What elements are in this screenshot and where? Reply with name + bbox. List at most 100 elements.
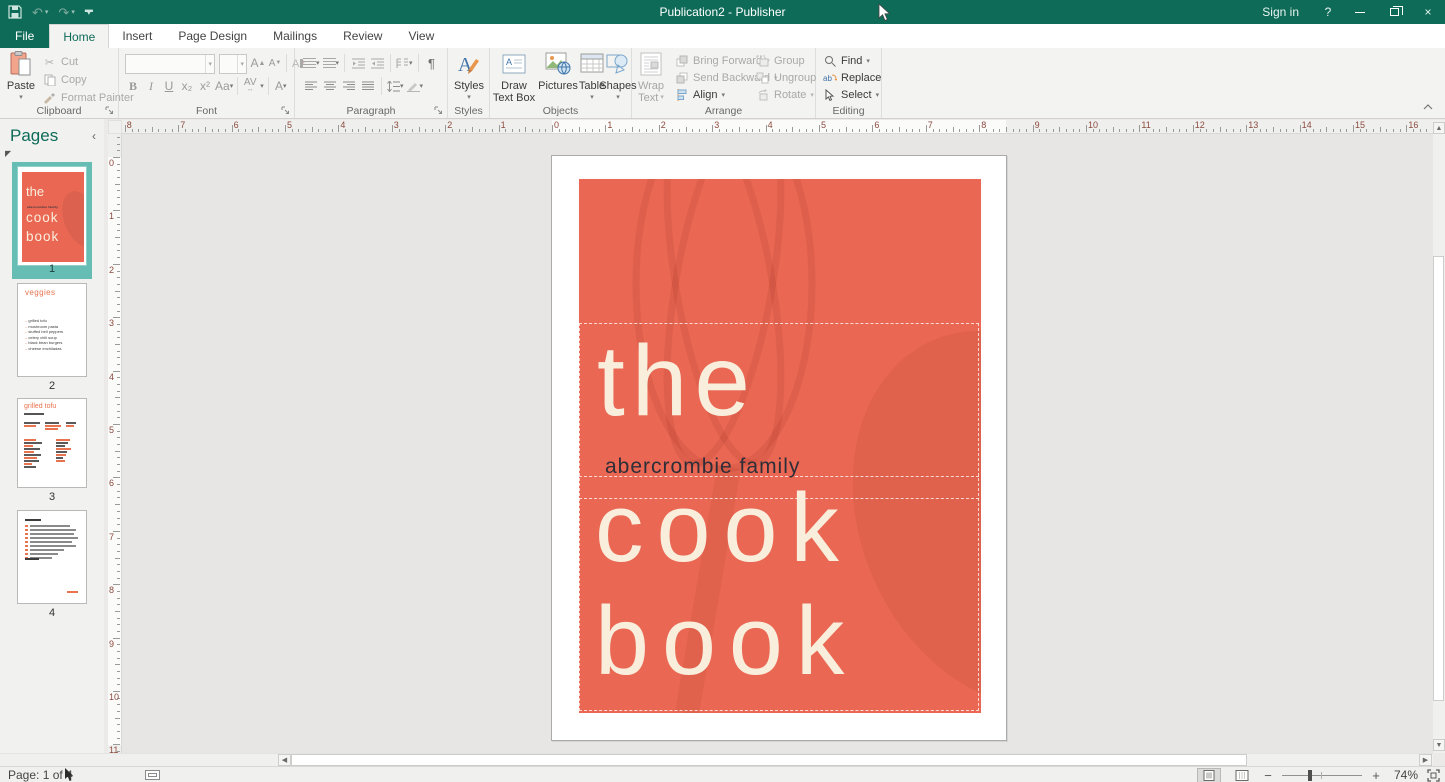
customize-qat-icon[interactable]: ▬▾ (85, 8, 93, 16)
columns-button[interactable]: ▾ (396, 54, 413, 72)
character-spacing-button[interactable]: AV↔ (242, 77, 258, 95)
horizontal-ruler[interactable]: 87654321012345678910111213141516 (122, 120, 1433, 134)
subscript-button[interactable]: x₂ (179, 77, 195, 95)
bullets-button[interactable]: ▾ (303, 54, 320, 72)
tab-review[interactable]: Review (330, 24, 395, 48)
increase-indent-icon[interactable] (369, 54, 385, 72)
align-right-icon[interactable] (341, 77, 357, 95)
draw-text-box-button[interactable]: A Draw Text Box (492, 50, 536, 104)
align-button[interactable]: Align▾ (674, 87, 725, 103)
tab-page-design[interactable]: Page Design (165, 24, 260, 48)
save-icon[interactable] (8, 5, 22, 19)
hruler-number: 3 (394, 120, 399, 130)
pages-panel-expander-icon[interactable]: ◤ (5, 149, 11, 158)
page-thumbnail-3[interactable]: grilled tofu (17, 398, 87, 488)
group-button[interactable]: Group (755, 53, 805, 69)
horizontal-scroll-thumb[interactable] (291, 754, 1247, 766)
pages-panel-collapse-icon[interactable]: ‹ (92, 129, 96, 143)
sign-in-button[interactable]: Sign in (1248, 0, 1313, 24)
pictures-button[interactable]: Pictures (538, 50, 578, 92)
redo-button[interactable]: ↷▾ (58, 6, 74, 19)
tab-insert[interactable]: Insert (109, 24, 165, 48)
fit-page-button[interactable] (1427, 769, 1440, 782)
redo-dropdown-icon[interactable]: ▾ (71, 9, 75, 16)
page-thumbnail-1[interactable]: the abercrombie family cook book 1 (12, 162, 92, 279)
superscript-button[interactable]: x² (197, 77, 213, 95)
font-color-button[interactable]: A▾ (273, 77, 289, 95)
cut-button[interactable]: ✂ Cut (42, 54, 78, 70)
ungroup-button[interactable]: Ungroup (755, 70, 816, 86)
cover-background[interactable]: the abercrombie family cook book (579, 179, 981, 713)
cover-title-cook[interactable]: cook (595, 479, 852, 576)
scroll-right-icon[interactable]: ▶ (1419, 754, 1432, 766)
minimize-button[interactable] (1343, 0, 1377, 24)
vertical-ruler[interactable]: 01234567891011 (108, 134, 122, 753)
show-formatting-marks-button[interactable]: ¶ (424, 54, 440, 72)
format-painter-brush-icon (42, 92, 57, 104)
scroll-left-icon[interactable]: ◀ (278, 754, 291, 766)
page-thumbnail-2[interactable]: veggies – grilled tofu– mushroom pasta– … (17, 283, 87, 377)
character-spacing-dropdown-icon[interactable]: ▾ (260, 82, 264, 90)
undo-dropdown-icon[interactable]: ▾ (45, 9, 49, 16)
change-case-button[interactable]: Aa▾ (215, 77, 233, 95)
select-button[interactable]: Select▾ (822, 87, 879, 103)
italic-button[interactable]: I (143, 77, 159, 95)
horizontal-scrollbar[interactable]: ◀ ▶ (0, 753, 1433, 766)
page-indicator[interactable]: Page: 1 of 4 (8, 768, 73, 782)
tab-home[interactable]: Home (49, 24, 109, 48)
font-dialog-launcher-icon[interactable] (281, 106, 291, 116)
font-size-select[interactable]: ▾ (219, 54, 247, 74)
restore-button[interactable] (1377, 0, 1411, 24)
rotate-button[interactable]: Rotate▾ (755, 87, 814, 103)
decrease-indent-icon[interactable] (350, 54, 366, 72)
publication-page[interactable]: the abercrombie family cook book (551, 155, 1007, 741)
cover-title-book[interactable]: book (595, 592, 857, 689)
shrink-font-button[interactable]: A▼ (267, 54, 283, 72)
clipboard-dialog-launcher-icon[interactable] (105, 106, 115, 116)
cover-title-the[interactable]: the (597, 331, 757, 431)
wrap-text-button[interactable]: Wrap Text▾ (634, 50, 668, 104)
zoom-in-button[interactable]: + (1371, 768, 1381, 782)
zoom-percentage[interactable]: 74% (1390, 768, 1418, 782)
vertical-scrollbar[interactable]: ▲ ▼ (1433, 120, 1445, 753)
close-button[interactable]: × (1411, 0, 1445, 24)
align-left-icon[interactable] (303, 77, 319, 95)
replace-button[interactable]: ab Replace (822, 70, 881, 86)
table-dropdown-icon[interactable]: ▾ (590, 92, 594, 104)
justify-icon[interactable] (360, 77, 376, 95)
find-button[interactable]: Find▾ (822, 53, 870, 69)
zoom-slider[interactable] (1282, 768, 1362, 782)
line-spacing-button[interactable]: ▾ (387, 77, 404, 95)
scroll-down-icon[interactable]: ▼ (1433, 739, 1445, 751)
two-page-view-button[interactable] (1230, 768, 1254, 782)
shapes-button[interactable]: Shapes ▾ (604, 50, 632, 104)
tab-view[interactable]: View (395, 24, 447, 48)
table-button[interactable]: Table ▾ (578, 50, 606, 104)
undo-button[interactable]: ↶▾ (32, 6, 48, 19)
styles-dropdown-icon[interactable]: ▾ (467, 92, 471, 104)
collapse-ribbon-icon[interactable] (1423, 104, 1433, 110)
underline-button[interactable]: U (161, 77, 177, 95)
styles-button[interactable]: A Styles ▾ (451, 50, 487, 104)
paragraph-borders-button[interactable]: ▾ (407, 77, 424, 95)
single-page-view-button[interactable] (1197, 768, 1221, 782)
align-center-icon[interactable] (322, 77, 338, 95)
zoom-slider-thumb[interactable] (1308, 770, 1312, 781)
grow-font-button[interactable]: A▲ (250, 54, 266, 72)
tab-mailings[interactable]: Mailings (260, 24, 330, 48)
copy-button[interactable]: Copy (42, 72, 87, 88)
paste-button[interactable]: Paste ▾ (3, 50, 39, 104)
help-button[interactable]: ? (1313, 0, 1343, 24)
tab-file[interactable]: File (0, 24, 49, 48)
vertical-scroll-thumb[interactable] (1433, 256, 1444, 701)
zoom-out-button[interactable]: − (1263, 768, 1273, 782)
paragraph-dialog-launcher-icon[interactable] (434, 106, 444, 116)
font-name-select[interactable]: ▾ (125, 54, 215, 74)
bold-button[interactable]: B (125, 77, 141, 95)
numbering-button[interactable]: ▾ (323, 54, 340, 72)
shapes-dropdown-icon[interactable]: ▾ (616, 92, 620, 104)
scroll-up-icon[interactable]: ▲ (1433, 122, 1445, 134)
canvas[interactable]: the abercrombie family cook book (122, 134, 1433, 753)
page-thumbnail-4[interactable] (17, 510, 87, 604)
paste-dropdown-icon[interactable]: ▾ (19, 92, 23, 104)
